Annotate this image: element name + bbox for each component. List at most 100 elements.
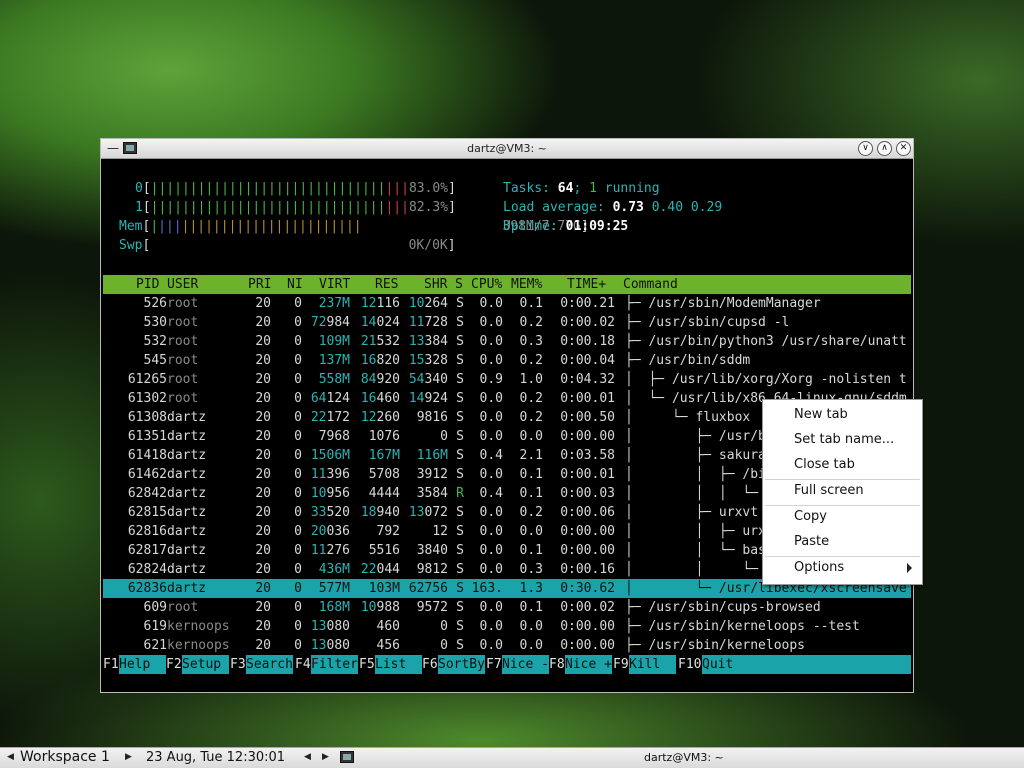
- fkey-f8[interactable]: F8: [549, 655, 565, 674]
- fkey-f2[interactable]: F2: [166, 655, 182, 674]
- res-cell-low: 116: [376, 296, 400, 311]
- process-row[interactable]: 545 root 20 0 137M 16820 15328 S 0.0 0.2 0:00.04 ├─…: [103, 351, 911, 370]
- menu-item-copy[interactable]: Copy: [794, 509, 827, 524]
- menu-item-full-screen[interactable]: Full screen: [794, 483, 864, 498]
- col-res[interactable]: RES: [375, 275, 398, 294]
- virt-cell-high: 168M: [318, 600, 350, 615]
- res-cell-high: 84: [360, 372, 377, 387]
- task-button-title[interactable]: dartz@VM3: ~: [644, 751, 724, 764]
- res-cell-low: 5708: [368, 467, 400, 482]
- col-pid[interactable]: PID: [136, 275, 159, 294]
- process-row[interactable]: 609 root 20 0 168M 10988 9572 S 0.0 0.1 0:00.02 ├─ …: [103, 598, 911, 617]
- fkey-label-f9[interactable]: Kill: [629, 655, 676, 674]
- menu-item-options[interactable]: Options: [794, 560, 844, 575]
- col-s[interactable]: S: [455, 275, 463, 294]
- prev-workspace-icon[interactable]: ◀: [7, 752, 14, 762]
- ni-cell: 0: [294, 524, 302, 539]
- col-shr[interactable]: SHR: [424, 275, 447, 294]
- state-cell: S: [456, 391, 464, 406]
- virt-cell-high: 237M: [318, 296, 350, 311]
- user-cell: dartz: [167, 524, 207, 539]
- next-workspace-icon[interactable]: ▶: [125, 752, 132, 762]
- state-cell: S: [456, 581, 464, 596]
- command-cell: │ ├─ /usr/b: [625, 429, 766, 444]
- process-row[interactable]: 532 root 20 0 109M 21532 13384 S 0.0 0.3 0:00.18 ├─…: [103, 332, 911, 351]
- col-cpu[interactable]: CPU%: [471, 275, 502, 294]
- cpu-cell: 0.0: [479, 410, 503, 425]
- process-row[interactable]: 621 kernoops 20 0 13080 456 0 S 0.0 0.0 0:00.00 ├─ …: [103, 636, 911, 655]
- fkey-f10[interactable]: F10: [678, 655, 701, 674]
- col-virt[interactable]: VIRT: [319, 275, 350, 294]
- menu-item-new-tab[interactable]: New tab: [794, 407, 848, 422]
- fkey-label-f7[interactable]: Nice -: [502, 655, 549, 674]
- process-row[interactable]: 61265 root 20 0 558M 84920 54340 S 0.9 1.0 0:04.32…: [103, 370, 911, 389]
- fkey-label-f5[interactable]: List: [375, 655, 422, 674]
- minimize-button[interactable]: ∨: [858, 141, 873, 156]
- fkey-label-f2[interactable]: Setup: [182, 655, 229, 674]
- ni-cell: 0: [294, 619, 302, 634]
- fkey-label-f3[interactable]: Search: [246, 655, 293, 674]
- shr-cell: 14924: [409, 389, 448, 408]
- close-button[interactable]: ✕: [896, 141, 911, 156]
- shr-cell-low: 756: [424, 581, 448, 596]
- fkey-f9[interactable]: F9: [613, 655, 629, 674]
- menu-item-paste[interactable]: Paste: [794, 534, 829, 549]
- col-mem[interactable]: MEM%: [511, 275, 542, 294]
- mem-cell: 0.1: [519, 600, 543, 615]
- menu-separator: [765, 556, 920, 557]
- state-cell: S: [456, 562, 464, 577]
- mem-cell: 0.3: [519, 334, 543, 349]
- fkey-f3[interactable]: F3: [230, 655, 246, 674]
- state-cell: S: [456, 638, 464, 653]
- res-cell: 460: [377, 617, 400, 636]
- shr-cell-high: 13: [408, 334, 425, 349]
- col-pri[interactable]: PRI: [248, 275, 271, 294]
- menu-item-close-tab[interactable]: Close tab: [794, 457, 855, 472]
- virt-cell: 577M: [319, 579, 350, 598]
- res-cell-low: 044: [376, 562, 400, 577]
- state-cell: S: [456, 505, 464, 520]
- col-command[interactable]: Command: [623, 275, 678, 294]
- col-ni[interactable]: NI: [287, 275, 303, 294]
- fkey-label-f10[interactable]: Quit: [702, 655, 734, 674]
- time-cell: 0:00.01: [560, 467, 615, 482]
- command-cell: ├─ /usr/sbin/cups-browsed: [625, 600, 821, 615]
- menu-item-set-tab-name[interactable]: Set tab name...: [794, 432, 894, 447]
- fkey-label-f6[interactable]: SortBy: [438, 655, 485, 674]
- command-cell: │ │ ├─ /bi: [625, 467, 766, 482]
- process-row[interactable]: 526 root 20 0 237M 12116 10264 S 0.0 0.1 0:00.21 ├─…: [103, 294, 911, 313]
- process-row[interactable]: 619 kernoops 20 0 13080 460 0 S 0.0 0.0 0:00.00 ├─ …: [103, 617, 911, 636]
- ni-cell: 0: [294, 638, 302, 653]
- shr-cell-low: 3912: [416, 467, 448, 482]
- col-user[interactable]: USER: [167, 275, 198, 294]
- maximize-button[interactable]: ∧: [877, 141, 892, 156]
- terminal-task-icon[interactable]: [340, 751, 354, 763]
- fkey-f6[interactable]: F6: [422, 655, 438, 674]
- window-titlebar[interactable]: — dartz@VM3: ~ ∨ ∧ ✕: [101, 139, 913, 159]
- res-cell: 12116: [361, 294, 400, 313]
- command-cell: ├─ /usr/sbin/kerneloops --test: [625, 619, 860, 634]
- prev-task-icon[interactable]: ◀: [304, 752, 311, 762]
- virt-cell-low: 276: [326, 543, 350, 558]
- process-row[interactable]: 530 root 20 0 72984 14024 11728 S 0.0 0.2 0:00.02 ├…: [103, 313, 911, 332]
- fkey-f5[interactable]: F5: [359, 655, 375, 674]
- virt-cell: 11396: [311, 465, 350, 484]
- user-cell: root: [167, 372, 199, 387]
- virt-cell: 11276: [311, 541, 350, 560]
- col-time[interactable]: TIME+: [567, 275, 606, 294]
- fkey-f7[interactable]: F7: [486, 655, 502, 674]
- shr-cell: 13072: [409, 503, 448, 522]
- fkey-label-f1[interactable]: Help: [119, 655, 166, 674]
- time-cell: 0:04.32: [560, 372, 615, 387]
- workspace-name[interactable]: Workspace 1: [20, 749, 110, 765]
- res-cell-low: 1076: [368, 429, 400, 444]
- virt-cell-high: 22: [310, 410, 327, 425]
- res-cell: 792: [377, 522, 400, 541]
- virt-cell-high: 64: [310, 391, 327, 406]
- ni-cell: 0: [294, 600, 302, 615]
- fkey-label-f8[interactable]: Nice +: [565, 655, 612, 674]
- next-task-icon[interactable]: ▶: [322, 752, 329, 762]
- fkey-f4[interactable]: F4: [295, 655, 311, 674]
- fkey-f1[interactable]: F1: [103, 655, 119, 674]
- fkey-label-f4[interactable]: Filter: [311, 655, 358, 674]
